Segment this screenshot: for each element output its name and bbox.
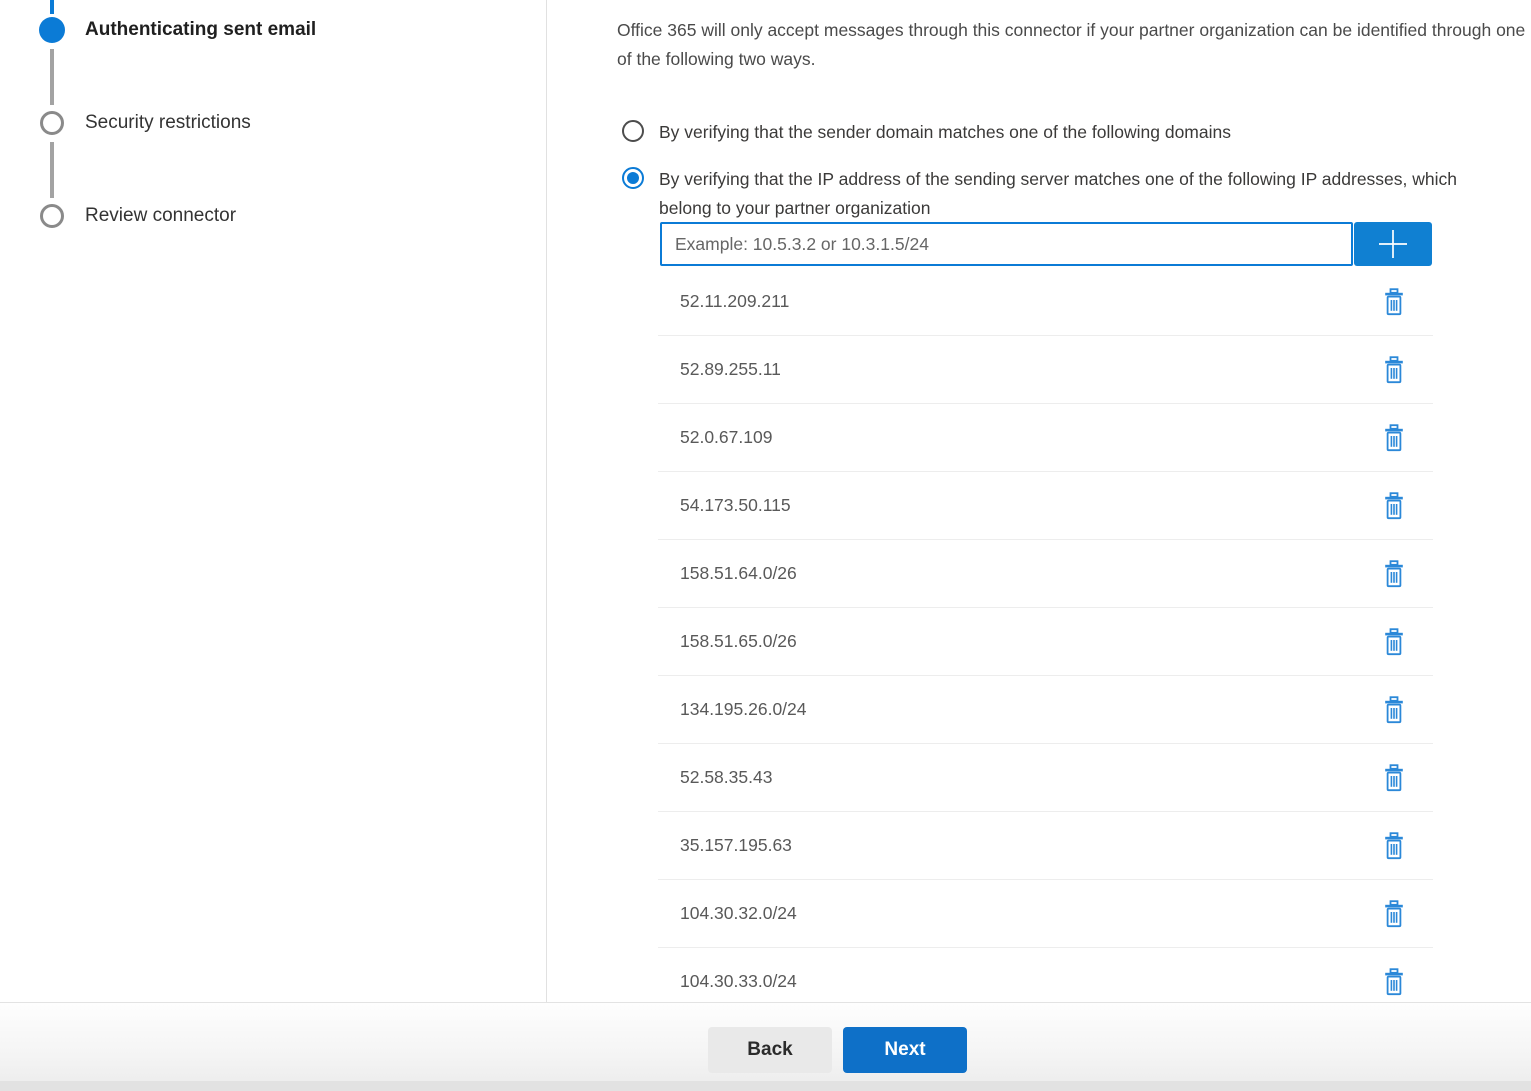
trash-icon [1383,696,1405,724]
ip-row: 52.58.35.43 [658,744,1433,812]
ip-row: 52.0.67.109 [658,404,1433,472]
step-connector [50,142,54,198]
trash-icon [1383,424,1405,452]
next-button[interactable]: Next [843,1027,967,1073]
ip-address-value: 52.0.67.109 [680,427,772,448]
ip-address-value: 158.51.64.0/26 [680,563,797,584]
trash-icon [1383,968,1405,996]
step-connector [50,49,54,105]
ip-address-value: 54.173.50.115 [680,495,791,516]
ip-address-value: 104.30.33.0/24 [680,971,797,992]
radio-option-sender-domain[interactable]: By verifying that the sender domain matc… [622,118,1231,147]
ip-address-value: 134.195.26.0/24 [680,699,807,720]
ip-row: 104.30.33.0/24 [658,948,1433,1002]
trash-icon [1383,560,1405,588]
ip-address-value: 158.51.65.0/26 [680,631,797,652]
trash-icon [1383,492,1405,520]
delete-ip-button[interactable] [1381,422,1407,454]
radio-option-ip-address[interactable]: By verifying that the IP address of the … [622,165,1477,223]
ip-row: 158.51.64.0/26 [658,540,1433,608]
delete-ip-button[interactable] [1381,490,1407,522]
trash-icon [1383,356,1405,384]
delete-ip-button[interactable] [1381,898,1407,930]
radio-selected-icon[interactable] [622,167,644,189]
wizard-footer: Back Next [0,1002,1531,1091]
step-authenticating-sent-email: Authenticating sent email [85,19,316,41]
step-dot [40,111,64,135]
step-security-restrictions: Security restrictions [85,112,251,134]
trash-icon [1383,628,1405,656]
step-dot [40,204,64,228]
radio-option-label: By verifying that the IP address of the … [659,165,1477,223]
ip-row: 35.157.195.63 [658,812,1433,880]
delete-ip-button[interactable] [1381,694,1407,726]
delete-ip-button[interactable] [1381,966,1407,998]
ip-address-value: 52.58.35.43 [680,767,772,788]
delete-ip-button[interactable] [1381,286,1407,318]
ip-address-value: 52.11.209.211 [680,291,789,312]
ip-address-list: 52.11.209.211 52.89.255.11 [658,268,1433,1002]
step-review-connector: Review connector [85,205,236,227]
ip-row: 52.89.255.11 [658,336,1433,404]
radio-unselected-icon[interactable] [622,120,644,142]
delete-ip-button[interactable] [1381,626,1407,658]
ip-row: 158.51.65.0/26 [658,608,1433,676]
back-button[interactable]: Back [708,1027,832,1073]
bottom-edge-strip [0,1081,1531,1091]
radio-option-label: By verifying that the sender domain matc… [659,118,1231,147]
ip-row: 134.195.26.0/24 [658,676,1433,744]
ip-address-value: 104.30.32.0/24 [680,903,797,924]
plus-icon [1377,228,1409,260]
wizard-steps-panel: Authenticating sent email Security restr… [0,0,547,1002]
add-ip-button[interactable] [1354,222,1432,266]
trash-icon [1383,832,1405,860]
previous-step-connector [50,0,54,14]
ip-entry-row [660,222,1432,266]
step-active-dot [39,17,65,43]
page-description: Office 365 will only accept messages thr… [617,16,1529,73]
ip-address-value: 52.89.255.11 [680,359,781,380]
delete-ip-button[interactable] [1381,558,1407,590]
ip-address-input[interactable] [660,222,1353,266]
ip-row: 52.11.209.211 [658,268,1433,336]
delete-ip-button[interactable] [1381,762,1407,794]
trash-icon [1383,764,1405,792]
trash-icon [1383,900,1405,928]
ip-row: 104.30.32.0/24 [658,880,1433,948]
ip-address-value: 35.157.195.63 [680,835,792,856]
delete-ip-button[interactable] [1381,354,1407,386]
delete-ip-button[interactable] [1381,830,1407,862]
ip-row: 54.173.50.115 [658,472,1433,540]
trash-icon [1383,288,1405,316]
